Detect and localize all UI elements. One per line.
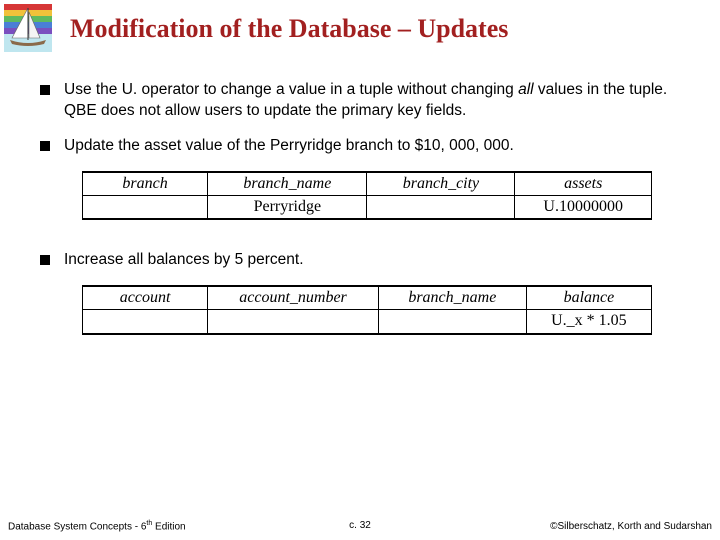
bullet-item: Update the asset value of the Perryridge…	[40, 136, 690, 157]
bullet-text: Update the asset value of the Perryridge…	[64, 136, 514, 157]
book-logo	[4, 4, 52, 52]
bullet-item: Use the U. operator to change a value in…	[40, 80, 690, 122]
col-header: branch_city	[367, 172, 515, 196]
cell	[208, 310, 379, 334]
cell	[367, 195, 515, 219]
cell	[378, 310, 526, 334]
table-row: U._x * 1.05	[83, 310, 652, 334]
col-header: account_number	[208, 286, 379, 310]
bullet-square-icon	[40, 85, 50, 95]
qbe-table-branch: branch branch_name branch_city assets Pe…	[82, 171, 690, 221]
footer-center: c. 32	[8, 520, 712, 531]
slide: Modification of the Database – Updates U…	[0, 0, 720, 540]
cell: U.10000000	[515, 195, 652, 219]
bullet-text: Increase all balances by 5 percent.	[64, 250, 304, 271]
bullet-square-icon	[40, 255, 50, 265]
text-fragment: Use the U. operator to change a value in…	[64, 81, 518, 98]
cell	[83, 310, 208, 334]
table-row: Perryridge U.10000000	[83, 195, 652, 219]
slide-footer: Database System Concepts - 6th Edition c…	[8, 520, 712, 532]
col-header: branch_name	[208, 172, 367, 196]
spacer	[40, 236, 690, 250]
emphasis-text: all	[518, 81, 534, 98]
qbe-table-account: account account_number branch_name balan…	[82, 285, 690, 335]
table: branch branch_name branch_city assets Pe…	[82, 171, 652, 221]
col-header: balance	[526, 286, 651, 310]
bullet-text: Use the U. operator to change a value in…	[64, 80, 690, 122]
table-header-row: branch branch_name branch_city assets	[83, 172, 652, 196]
col-header: branch	[83, 172, 208, 196]
col-header: assets	[515, 172, 652, 196]
bullet-square-icon	[40, 141, 50, 151]
table-header-row: account account_number branch_name balan…	[83, 286, 652, 310]
table: account account_number branch_name balan…	[82, 285, 652, 335]
cell: Perryridge	[208, 195, 367, 219]
col-header: branch_name	[378, 286, 526, 310]
slide-title: Modification of the Database – Updates	[70, 14, 700, 44]
sailboat-icon	[4, 4, 52, 52]
slide-content: Use the U. operator to change a value in…	[40, 80, 690, 351]
bullet-item: Increase all balances by 5 percent.	[40, 250, 690, 271]
cell: U._x * 1.05	[526, 310, 651, 334]
col-header: account	[83, 286, 208, 310]
cell	[83, 195, 208, 219]
